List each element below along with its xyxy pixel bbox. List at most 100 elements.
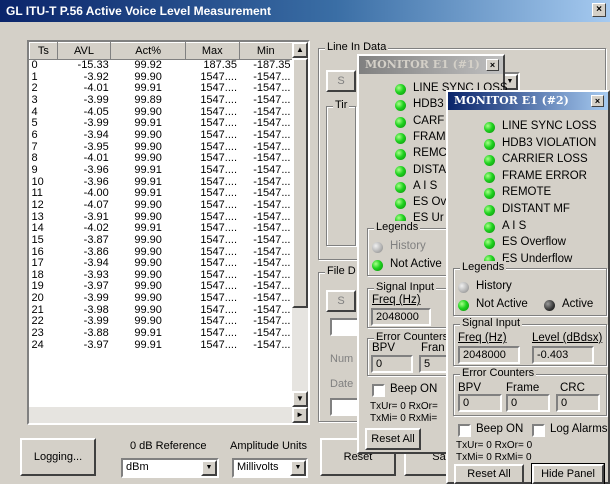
status-led-icon — [395, 116, 406, 128]
table-row[interactable]: 11 -4.00 99.91 1547.... -1547... — [30, 188, 293, 200]
table-row[interactable]: 23 -3.88 99.91 1547.... -1547... — [30, 328, 293, 340]
crc-label: CRC — [560, 382, 585, 394]
table-cell: 0 — [31, 59, 38, 71]
error-counters-label: Error Counters — [460, 367, 537, 379]
txmi-readout: TxMi= 0 RxMi= 0 — [456, 452, 532, 463]
line-in-button[interactable]: S — [326, 70, 356, 92]
scroll-up-icon[interactable]: ▲ — [292, 42, 308, 58]
table-row[interactable]: 7 -3.95 99.90 1547.... -1547... — [30, 142, 293, 154]
table-row[interactable]: 24 -3.97 99.91 1547.... -1547... — [30, 340, 293, 352]
freq-value: 2048000 — [458, 346, 520, 364]
table-cell: -1547... — [253, 199, 291, 211]
status-label: ES Overflow — [502, 236, 566, 249]
table-cell: 12 — [31, 199, 44, 211]
log-alarms-checkbox[interactable] — [532, 424, 545, 437]
table-cell: 1547.... — [200, 83, 238, 95]
table-cell: 99.90 — [134, 141, 162, 153]
bpv-value: 0 — [458, 394, 502, 412]
table-row[interactable]: 4 -4.05 99.90 1547.... -1547... — [30, 107, 293, 119]
table-cell: 10 — [31, 176, 44, 188]
table-row[interactable]: 19 -3.97 99.90 1547.... -1547... — [30, 281, 293, 293]
table-cell: -3.99 — [83, 94, 109, 106]
table-cell: 24 — [31, 339, 44, 351]
file-field[interactable] — [330, 318, 360, 336]
hide-panel-button[interactable]: Hide Panel — [531, 463, 605, 484]
status-label: HDB3 — [413, 98, 444, 111]
table-cell: 11 — [31, 188, 43, 200]
table-row[interactable]: 5 -3.99 99.91 1547.... -1547... — [30, 118, 293, 130]
table-row[interactable]: 3 -3.99 99.89 1547.... -1547... — [30, 95, 293, 107]
table-cell: -15.33 — [77, 59, 109, 71]
table-cell: 1547.... — [200, 153, 238, 165]
table-row[interactable]: 18 -3.93 99.90 1547.... -1547... — [30, 270, 293, 282]
reset-all-button[interactable]: Reset All — [365, 428, 421, 450]
status-led-icon — [484, 171, 495, 183]
table-row[interactable]: 14 -4.02 99.91 1547.... -1547... — [30, 223, 293, 235]
table-row[interactable]: 1 -3.92 99.90 1547.... -1547... — [30, 72, 293, 84]
chevron-down-icon[interactable]: ▼ — [290, 460, 306, 476]
monitor-2-title: MONITOR E1 (#2) — [454, 94, 569, 107]
table-row[interactable]: 13 -3.91 99.90 1547.... -1547... — [30, 212, 293, 224]
table-row[interactable]: 0 -15.33 99.92 187.35 -187.35 — [30, 60, 293, 72]
table-cell: -1547... — [253, 234, 291, 246]
amp-units-select[interactable]: Millivolts ▼ — [232, 458, 308, 478]
close-icon[interactable]: × — [486, 59, 499, 71]
table-row[interactable]: 10 -3.96 99.91 1547.... -1547... — [30, 177, 293, 189]
logging-button[interactable]: Logging... — [20, 438, 96, 476]
status-led-icon — [395, 165, 406, 177]
table-cell: 99.90 — [134, 106, 162, 118]
frame-label: Fran — [421, 342, 445, 354]
table-row[interactable]: 2 -4.01 99.91 1547.... -1547... — [30, 83, 293, 95]
table-row[interactable]: 9 -3.96 99.91 1547.... -1547... — [30, 165, 293, 177]
table-cell: -4.01 — [83, 153, 109, 165]
scroll-down-icon[interactable]: ▼ — [292, 391, 308, 407]
table-row[interactable]: 15 -3.87 99.90 1547.... -1547... — [30, 235, 293, 247]
column-header[interactable]: Act% — [110, 42, 187, 60]
window-titlebar: GL ITU-T P.56 Active Voice Level Measure… — [0, 0, 610, 22]
table-row[interactable]: 16 -3.86 99.90 1547.... -1547... — [30, 247, 293, 259]
table-cell: -187.35 — [253, 59, 291, 71]
timing-label: Tir — [333, 99, 350, 111]
date-field[interactable] — [330, 398, 360, 416]
table-cell: -3.87 — [83, 234, 109, 246]
table-cell: 1547.... — [200, 281, 238, 293]
level-value: -0.403 — [532, 346, 594, 364]
table-row[interactable]: 21 -3.98 99.90 1547.... -1547... — [30, 305, 293, 317]
status-label: DISTA — [413, 163, 447, 176]
monitor-1-titlebar[interactable]: MONITOR E1 (#1) × — [359, 56, 503, 74]
table-cell: 99.90 — [134, 281, 162, 293]
column-header[interactable]: Ts — [29, 42, 58, 60]
column-header[interactable]: AVL — [56, 42, 112, 60]
zero-db-select[interactable]: dBm ▼ — [121, 458, 219, 478]
table-row[interactable]: 6 -3.94 99.90 1547.... -1547... — [30, 130, 293, 142]
table-cell: 23 — [31, 328, 44, 340]
scroll-right-icon[interactable]: ► — [292, 407, 308, 423]
table-cell: -1547... — [253, 164, 291, 176]
vertical-scrollbar[interactable]: ▲ ▼ — [292, 42, 308, 423]
table-cell: -3.96 — [83, 164, 109, 176]
status-led-icon — [395, 100, 406, 112]
table-cell: -4.05 — [83, 106, 109, 118]
close-icon[interactable]: × — [592, 3, 606, 17]
column-header[interactable]: Max — [185, 42, 240, 60]
table-row[interactable]: 8 -4.01 99.90 1547.... -1547... — [30, 153, 293, 165]
column-header[interactable]: Min — [238, 42, 294, 60]
zero-db-label: 0 dB Reference — [130, 440, 207, 452]
table-row[interactable]: 12 -4.07 99.90 1547.... -1547... — [30, 200, 293, 212]
beep-on-checkbox[interactable] — [458, 424, 471, 437]
file-button[interactable]: S — [326, 290, 356, 312]
table-row[interactable]: 20 -3.99 99.90 1547.... -1547... — [30, 293, 293, 305]
table-cell: 1547.... — [200, 223, 238, 235]
reset-all-button[interactable]: Reset All — [454, 464, 524, 484]
monitor-2-titlebar[interactable]: MONITOR E1 (#2) × — [448, 92, 608, 110]
measurement-grid: Ts AVL Act% Max Min 0 -15.33 99.92 187.35 -187.3… — [29, 42, 294, 352]
status-led-icon — [484, 238, 495, 250]
table-row[interactable]: 22 -3.99 99.90 1547.... -1547... — [30, 316, 293, 328]
scroll-thumb[interactable] — [292, 58, 308, 308]
horizontal-scrollbar[interactable]: ► — [29, 407, 308, 423]
close-icon[interactable]: × — [591, 95, 604, 107]
table-row[interactable]: 17 -3.94 99.90 1547.... -1547... — [30, 258, 293, 270]
beep-on-checkbox[interactable] — [372, 384, 385, 397]
table-cell: 1547.... — [200, 339, 238, 351]
chevron-down-icon[interactable]: ▼ — [201, 460, 217, 476]
